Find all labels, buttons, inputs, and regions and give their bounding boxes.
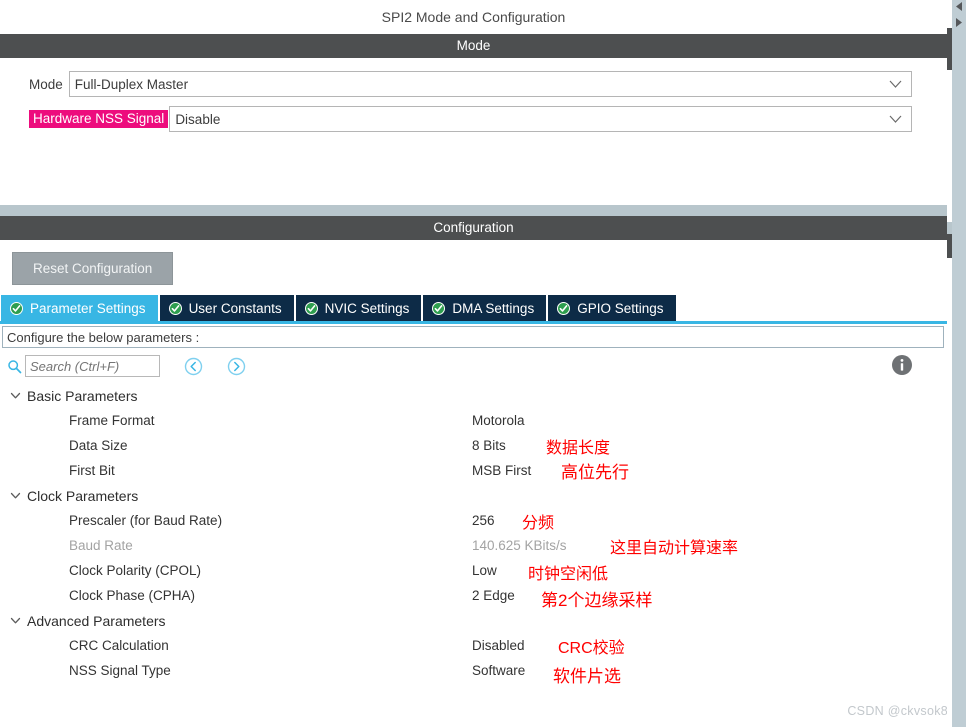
scroll-down-arrow-icon[interactable]: [952, 16, 966, 32]
mode-panel: Mode Full-Duplex Master Hardware NSS Sig…: [0, 58, 947, 205]
param-value: 8 Bits: [472, 438, 506, 453]
hardware-nss-signal-dropdown[interactable]: Disable: [169, 106, 912, 132]
configuration-section-header: Configuration: [0, 216, 947, 240]
param-value: 2 Edge: [472, 588, 515, 603]
parameter-tree: Basic Parameters Frame Format Motorola D…: [0, 380, 947, 686]
page-title: SPI2 Mode and Configuration: [0, 0, 947, 34]
configure-hint-bar: Configure the below parameters :: [2, 326, 944, 348]
tree-row-frame-format[interactable]: Frame Format Motorola: [0, 408, 947, 433]
chevron-down-icon[interactable]: [9, 389, 22, 402]
param-label: CRC Calculation: [69, 638, 169, 653]
tree-row-prescaler[interactable]: Prescaler (for Baud Rate) 256 分频: [0, 508, 947, 533]
param-value: MSB First: [472, 463, 532, 478]
param-value: Software: [472, 663, 526, 678]
param-label: Prescaler (for Baud Rate): [69, 513, 223, 528]
param-label: Clock Phase (CPHA): [69, 588, 196, 603]
tree-group-clock-parameters[interactable]: Clock Parameters: [0, 483, 947, 508]
hardware-nss-signal-label: Hardware NSS Signal: [29, 110, 169, 128]
green-check-icon: [304, 301, 318, 315]
settings-tabs: Parameter Settings User Constants NVIC S…: [1, 295, 947, 321]
tree-group-label: Advanced Parameters: [27, 612, 166, 629]
search-icon: [7, 359, 22, 374]
green-check-icon: [168, 301, 182, 315]
scroll-up-arrow-icon[interactable]: [952, 0, 966, 16]
tab-label: User Constants: [188, 300, 282, 316]
param-label: NSS Signal Type: [69, 663, 171, 678]
watermark: CSDN @ckvsok8: [847, 704, 948, 718]
tab-label: DMA Settings: [452, 300, 535, 316]
tree-group-label: Basic Parameters: [27, 387, 138, 404]
mode-field-label: Mode: [29, 76, 63, 92]
param-label: First Bit: [69, 463, 115, 478]
tree-row-first-bit[interactable]: First Bit MSB First 高位先行: [0, 458, 947, 483]
chevron-down-icon[interactable]: [9, 489, 22, 502]
mode-dropdown[interactable]: Full-Duplex Master: [68, 71, 912, 97]
section-separator: [0, 205, 947, 216]
mode-section-header: Mode: [0, 34, 947, 58]
tab-label: NVIC Settings: [324, 300, 410, 316]
green-check-icon: [557, 301, 571, 315]
spi-configuration-window: SPI2 Mode and Configuration Mode Mode Fu…: [0, 0, 974, 727]
param-label: Data Size: [69, 438, 128, 453]
param-value: 140.625 KBits/s: [472, 538, 567, 553]
info-icon[interactable]: [891, 354, 913, 376]
tree-group-basic-parameters[interactable]: Basic Parameters: [0, 383, 947, 408]
param-value: 256: [472, 513, 495, 528]
annotation-first-bit: 高位先行: [561, 463, 629, 482]
chevron-down-icon: [889, 80, 902, 89]
annotation-prescaler: 分频: [522, 515, 555, 532]
annotation-baud-rate: 这里自动计算速率: [610, 540, 739, 557]
annotation-data-size: 数据长度: [546, 440, 611, 457]
chevron-down-icon: [889, 115, 902, 124]
tab-nvic-settings[interactable]: NVIC Settings: [295, 295, 422, 321]
tree-row-clock-phase[interactable]: Clock Phase (CPHA) 2 Edge 第2个边缘采样: [0, 583, 947, 610]
search-row: [0, 348, 947, 380]
tab-gpio-settings[interactable]: GPIO Settings: [548, 295, 676, 321]
param-label: Frame Format: [69, 413, 155, 428]
param-label: Baud Rate: [69, 538, 133, 553]
nav-prev-icon[interactable]: [184, 357, 203, 376]
tab-user-constants[interactable]: User Constants: [159, 295, 294, 321]
tab-dma-settings[interactable]: DMA Settings: [423, 295, 547, 321]
param-label: Clock Polarity (CPOL): [69, 563, 202, 578]
tree-row-clock-polarity[interactable]: Clock Polarity (CPOL) Low 时钟空闲低: [0, 558, 947, 583]
tab-parameter-settings[interactable]: Parameter Settings: [1, 295, 158, 321]
annotation-crc: CRC校验: [558, 640, 625, 657]
reset-configuration-button[interactable]: Reset Configuration: [12, 252, 174, 285]
mode-dropdown-value: Full-Duplex Master: [74, 76, 189, 92]
annotation-nss-signal-type: 软件片选: [553, 667, 621, 686]
tab-label: GPIO Settings: [577, 300, 664, 316]
hardware-nss-signal-value: Disable: [175, 111, 221, 127]
scrollbar-track[interactable]: [952, 0, 966, 727]
tabs-underline: [0, 321, 947, 324]
hardware-nss-signal-row: Hardware NSS Signal Disable: [0, 106, 947, 132]
annotation-clock-polarity: 时钟空闲低: [528, 566, 609, 583]
green-check-icon: [10, 301, 23, 315]
tree-group-advanced-parameters[interactable]: Advanced Parameters: [0, 608, 947, 633]
vertical-scrollbar[interactable]: [947, 0, 974, 727]
reset-button-wrap: Reset Configuration: [0, 240, 947, 295]
tree-row-data-size[interactable]: Data Size 8 Bits 数据长度: [0, 433, 947, 458]
tree-group-label: Clock Parameters: [27, 487, 139, 504]
tree-row-nss-signal-type[interactable]: NSS Signal Type Software 软件片选: [0, 658, 947, 686]
green-check-icon: [432, 301, 446, 315]
mode-field-row: Mode Full-Duplex Master: [0, 71, 947, 97]
param-value: Low: [472, 563, 497, 578]
tree-row-crc-calculation[interactable]: CRC Calculation Disabled CRC校验: [0, 633, 947, 658]
chevron-down-icon[interactable]: [9, 614, 22, 627]
tab-label: Parameter Settings: [30, 300, 146, 316]
tree-row-baud-rate: Baud Rate 140.625 KBits/s 这里自动计算速率: [0, 533, 947, 558]
search-input[interactable]: [25, 355, 160, 377]
nav-next-icon[interactable]: [227, 357, 246, 376]
param-value: Disabled: [472, 638, 525, 653]
configuration-panel: Reset Configuration Parameter Settings U…: [0, 240, 947, 686]
param-value: Motorola: [472, 413, 525, 428]
